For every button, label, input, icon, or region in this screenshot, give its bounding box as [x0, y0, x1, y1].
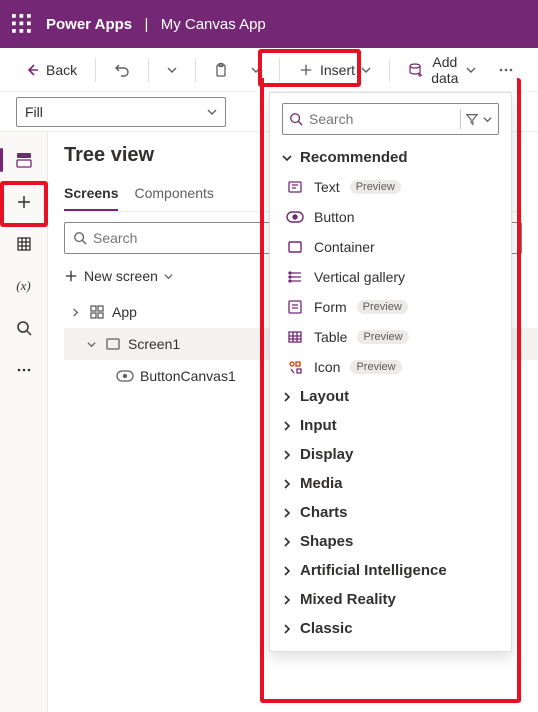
group-layout[interactable]: Layout	[270, 382, 507, 411]
arrow-left-icon	[24, 62, 40, 78]
insert-item-form[interactable]: FormPreview	[270, 292, 507, 322]
text-icon	[286, 178, 304, 196]
vertical-gallery-icon	[286, 268, 304, 286]
paste-button[interactable]	[205, 56, 237, 84]
property-select[interactable]: Fill	[16, 97, 226, 127]
chevron-down-icon	[84, 340, 98, 349]
preview-badge: Preview	[357, 300, 408, 314]
insert-item-icon[interactable]: IconPreview	[270, 352, 507, 382]
rail-tree-view[interactable]	[4, 140, 44, 180]
chevron-right-icon	[282, 566, 292, 576]
plus-icon	[64, 269, 78, 283]
more-icon	[498, 62, 514, 78]
chevron-right-icon	[282, 595, 292, 605]
filter-icon[interactable]	[465, 112, 479, 126]
chevron-down-icon	[466, 65, 476, 75]
insert-search[interactable]	[282, 103, 499, 135]
tab-components[interactable]: Components	[134, 179, 213, 211]
search-icon	[73, 231, 87, 245]
chevron-right-icon	[282, 508, 292, 518]
chevron-down-icon	[251, 65, 261, 75]
rail-variables[interactable]: (x)	[4, 266, 44, 306]
chevron-down-icon	[167, 65, 177, 75]
left-rail: (x)	[0, 132, 48, 712]
undo-button[interactable]	[106, 56, 138, 84]
database-plus-icon	[408, 62, 424, 78]
app-header: Power Apps | My Canvas App	[0, 0, 538, 48]
insert-item-table[interactable]: TablePreview	[270, 322, 507, 352]
group-artificial-intelligence[interactable]: Artificial Intelligence	[270, 556, 507, 585]
insert-search-input[interactable]	[309, 111, 429, 127]
clipboard-icon	[213, 62, 229, 78]
insert-item-button[interactable]: Button	[270, 202, 507, 232]
back-button[interactable]: Back	[16, 56, 85, 84]
rail-data[interactable]	[4, 224, 44, 264]
product-name: Power Apps	[46, 16, 132, 33]
chevron-down-icon	[361, 65, 371, 75]
chevron-down-icon	[282, 153, 292, 163]
icon-icon	[286, 358, 304, 376]
insert-button[interactable]: Insert	[290, 56, 379, 84]
chevron-right-icon	[282, 624, 292, 634]
rail-insert[interactable]	[4, 182, 44, 222]
button-icon	[116, 367, 134, 385]
undo-icon	[114, 62, 130, 78]
chevron-right-icon	[282, 537, 292, 547]
plus-icon	[298, 62, 314, 78]
preview-badge: Preview	[350, 360, 401, 374]
app-icon	[88, 303, 106, 321]
table-icon	[286, 328, 304, 346]
app-name: My Canvas App	[161, 16, 266, 33]
screen-icon	[104, 335, 122, 353]
container-icon	[286, 238, 304, 256]
chevron-right-icon	[282, 392, 292, 402]
rail-search[interactable]	[4, 308, 44, 348]
chevron-right-icon	[282, 421, 292, 431]
preview-badge: Preview	[350, 180, 401, 194]
group-media[interactable]: Media	[270, 469, 507, 498]
insert-item-vertical-gallery[interactable]: Vertical gallery	[270, 262, 507, 292]
group-input[interactable]: Input	[270, 411, 507, 440]
group-mixed-reality[interactable]: Mixed Reality	[270, 585, 507, 614]
chevron-down-icon[interactable]	[483, 115, 492, 124]
insert-item-container[interactable]: Container	[270, 232, 507, 262]
undo-split-button[interactable]	[159, 59, 185, 81]
chevron-right-icon	[282, 450, 292, 460]
insert-item-text[interactable]: TextPreview	[270, 172, 507, 202]
command-bar: Back Insert Add data	[0, 48, 538, 92]
preview-badge: Preview	[357, 330, 408, 344]
chevron-right-icon	[282, 479, 292, 489]
paste-split-button[interactable]	[243, 59, 269, 81]
chevron-right-icon	[68, 308, 82, 317]
rail-more[interactable]	[4, 350, 44, 390]
form-icon	[286, 298, 304, 316]
chevron-down-icon	[164, 272, 173, 281]
chevron-down-icon	[207, 107, 217, 117]
group-classic[interactable]: Classic	[270, 614, 507, 643]
search-icon	[289, 112, 303, 126]
group-recommended[interactable]: Recommended	[270, 143, 507, 172]
group-display[interactable]: Display	[270, 440, 507, 469]
group-charts[interactable]: Charts	[270, 498, 507, 527]
tab-screens[interactable]: Screens	[64, 179, 118, 211]
waffle-icon[interactable]	[12, 14, 32, 34]
more-button[interactable]	[490, 56, 522, 84]
group-shapes[interactable]: Shapes	[270, 527, 507, 556]
button-icon	[286, 208, 304, 226]
add-data-button[interactable]: Add data	[400, 48, 484, 92]
insert-panel: Recommended TextPreviewButtonContainerVe…	[269, 92, 512, 652]
